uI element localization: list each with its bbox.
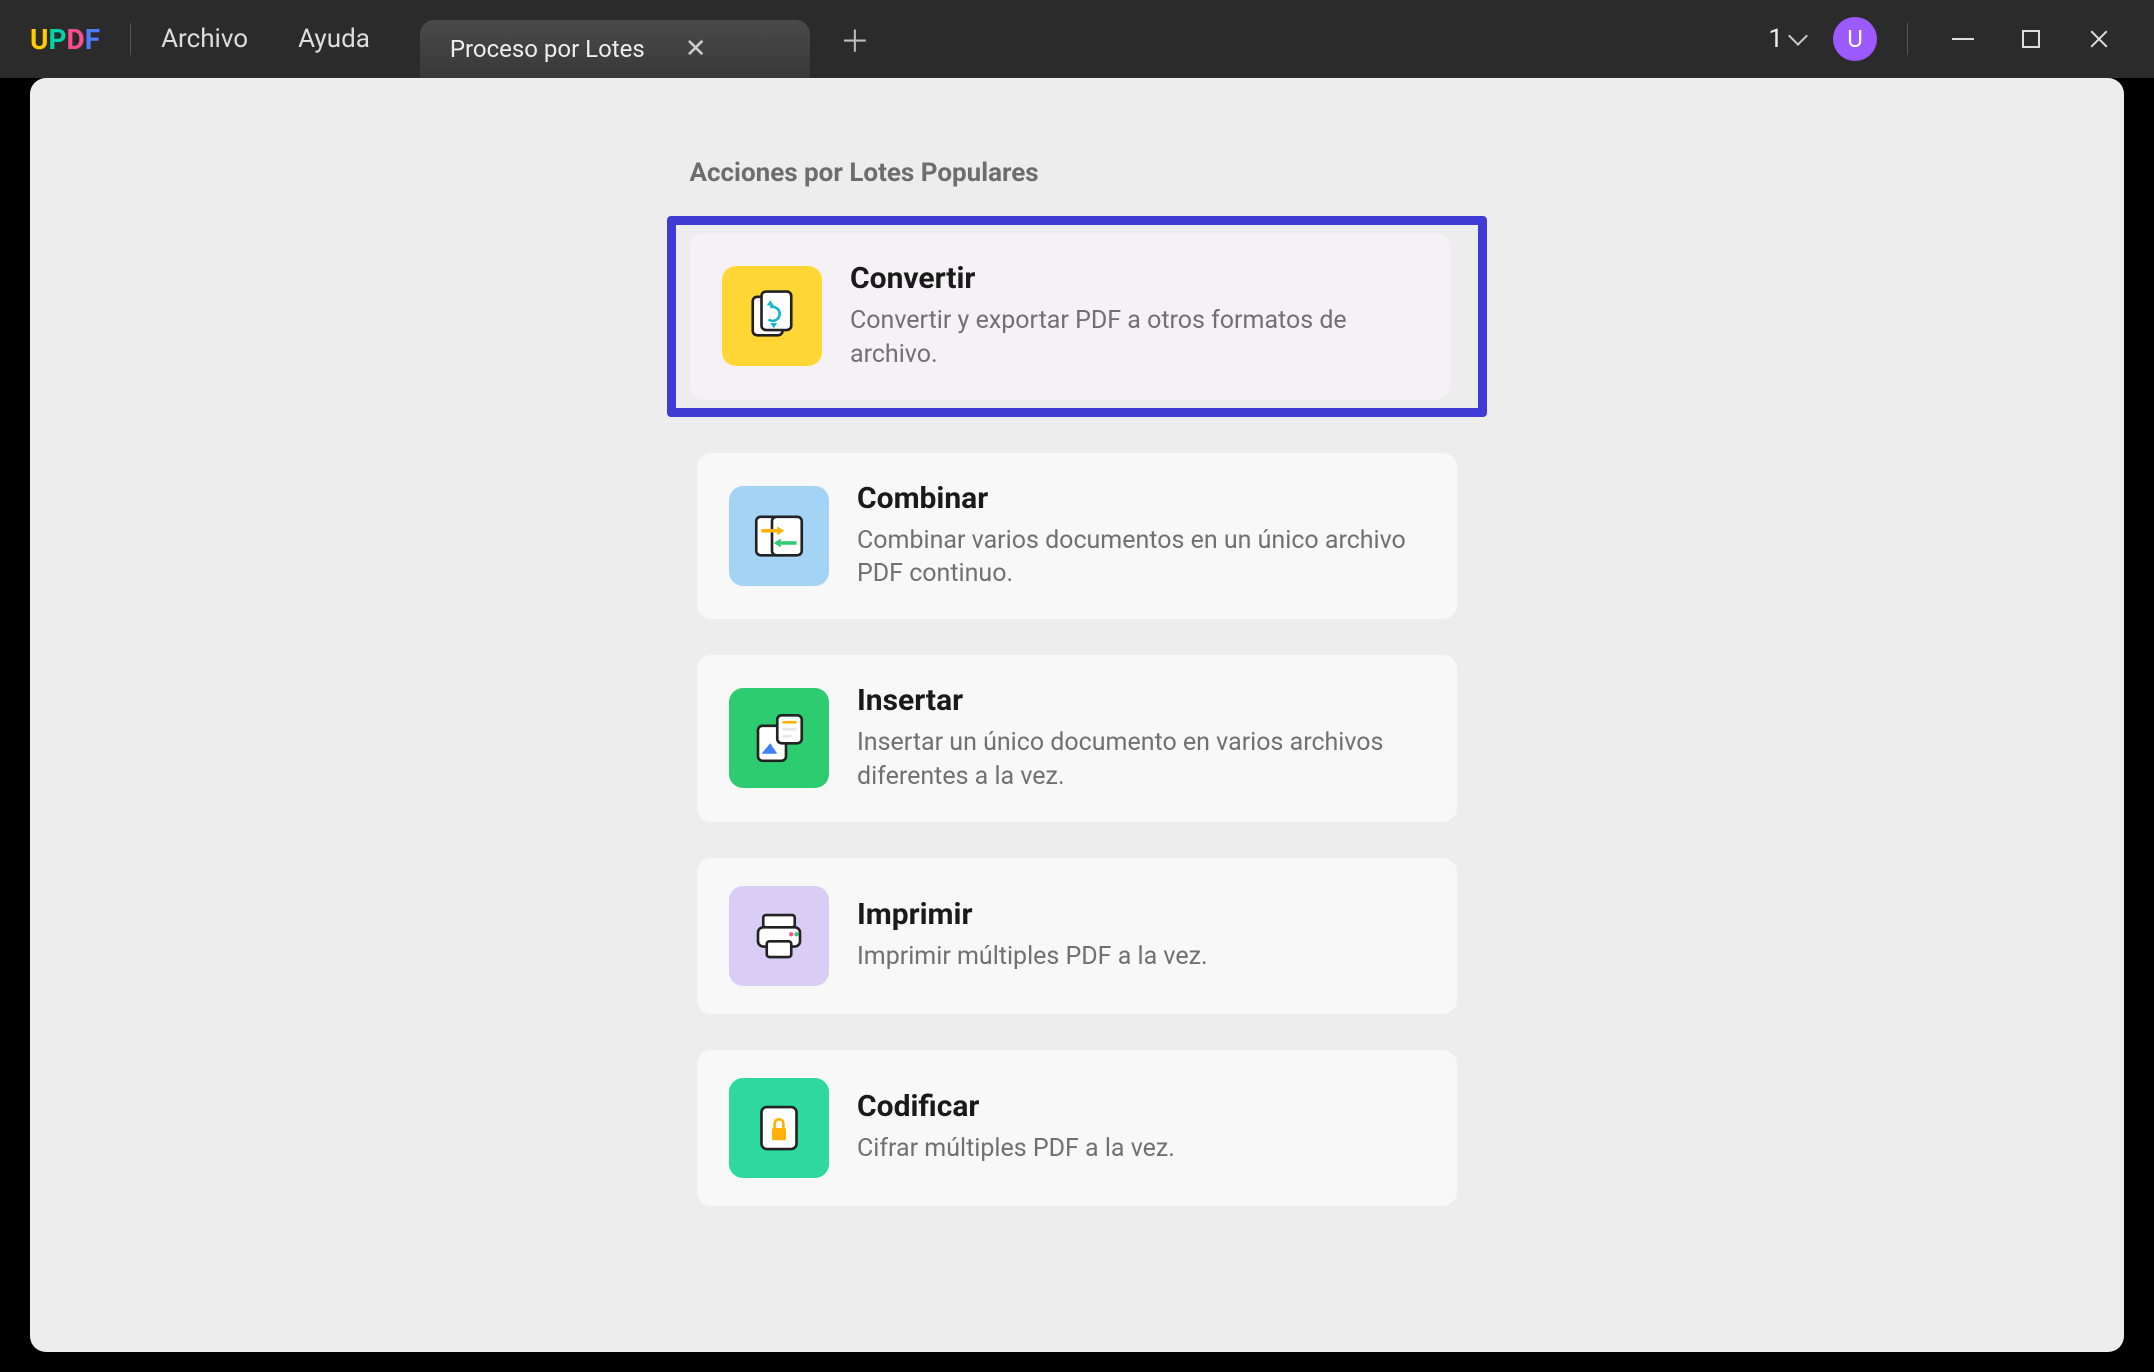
window-count-value: 1: [1768, 24, 1783, 54]
card-title: Codificar: [857, 1089, 1425, 1124]
app-logo: U P D F: [30, 23, 100, 56]
card-wrap-insert: Insertar Insertar un único documento en v…: [667, 655, 1487, 822]
card-text: Imprimir Imprimir múltiples PDF a la vez.: [857, 897, 1425, 974]
add-tab-button[interactable]: ＋: [840, 17, 870, 61]
action-card-combine[interactable]: Combinar Combinar varios documentos en un…: [697, 453, 1457, 620]
convert-icon: [722, 266, 822, 366]
card-title: Combinar: [857, 481, 1425, 516]
card-description: Combinar varios documentos en un único a…: [857, 524, 1425, 592]
card-description: Cifrar múltiples PDF a la vez.: [857, 1132, 1425, 1166]
maximize-button[interactable]: [2006, 14, 2056, 64]
titlebar-right: 1 U: [1768, 14, 2154, 64]
insert-icon: [729, 688, 829, 788]
titlebar: U P D F Archivo Ayuda Proceso por Lotes …: [0, 0, 2154, 78]
menu-help[interactable]: Ayuda: [298, 24, 370, 54]
separator: [1907, 23, 1908, 55]
tab-batch-process[interactable]: Proceso por Lotes ✕: [420, 20, 810, 78]
card-wrap-print: Imprimir Imprimir múltiples PDF a la vez.: [667, 858, 1487, 1014]
print-icon: [729, 886, 829, 986]
user-avatar[interactable]: U: [1833, 17, 1877, 61]
card-text: Insertar Insertar un único documento en v…: [857, 683, 1425, 794]
action-card-insert[interactable]: Insertar Insertar un único documento en v…: [697, 655, 1457, 822]
minimize-button[interactable]: [1938, 14, 1988, 64]
workspace: Acciones por Lotes Populares ConvertirCo…: [30, 78, 2124, 1352]
card-wrap-encrypt: Codificar Cifrar múltiples PDF a la vez.: [667, 1050, 1487, 1206]
card-description: Insertar un único documento en varios ar…: [857, 726, 1425, 794]
card-description: Convertir y exportar PDF a otros formato…: [850, 304, 1418, 372]
combine-icon: [729, 486, 829, 586]
action-card-encrypt[interactable]: Codificar Cifrar múltiples PDF a la vez.: [697, 1050, 1457, 1206]
close-tab-icon[interactable]: ✕: [685, 34, 707, 64]
chevron-down-icon: [1788, 26, 1808, 46]
close-icon: [2088, 28, 2110, 50]
action-card-convert[interactable]: Convertir Convertir y exportar PDF a otro…: [690, 233, 1450, 400]
action-card-print[interactable]: Imprimir Imprimir múltiples PDF a la vez.: [697, 858, 1457, 1014]
logo-d: D: [67, 23, 85, 56]
maximize-icon: [2022, 30, 2040, 48]
cards-container: Convertir Convertir y exportar PDF a otro…: [667, 216, 1487, 1242]
avatar-letter: U: [1847, 25, 1863, 53]
card-text: Convertir Convertir y exportar PDF a otro…: [850, 261, 1418, 372]
menu-file[interactable]: Archivo: [161, 24, 248, 54]
card-wrap-convert: Convertir Convertir y exportar PDF a otro…: [667, 216, 1487, 417]
logo-p: P: [48, 23, 66, 56]
card-text: Combinar Combinar varios documentos en un…: [857, 481, 1425, 592]
section-heading: Acciones por Lotes Populares: [690, 158, 1450, 188]
card-title: Imprimir: [857, 897, 1425, 932]
encrypt-icon: [729, 1078, 829, 1178]
close-window-button[interactable]: [2074, 14, 2124, 64]
card-title: Insertar: [857, 683, 1425, 718]
card-title: Convertir: [850, 261, 1418, 296]
logo-f: F: [85, 23, 100, 56]
card-text: Codificar Cifrar múltiples PDF a la vez.: [857, 1089, 1425, 1166]
card-description: Imprimir múltiples PDF a la vez.: [857, 940, 1425, 974]
window-count[interactable]: 1: [1768, 24, 1805, 54]
tab-title: Proceso por Lotes: [450, 35, 645, 63]
separator: [130, 23, 131, 55]
card-wrap-combine: Combinar Combinar varios documentos en un…: [667, 453, 1487, 620]
logo-u: U: [30, 23, 48, 56]
minimize-icon: [1952, 38, 1974, 40]
